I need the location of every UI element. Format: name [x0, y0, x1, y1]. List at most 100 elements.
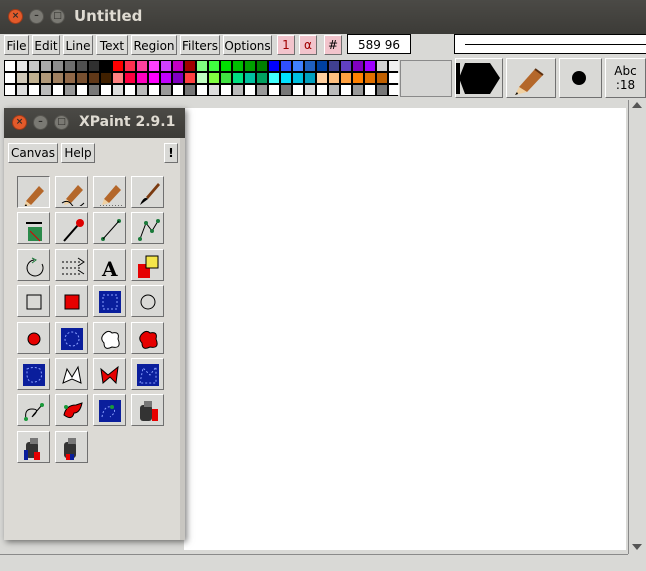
color-swatch[interactable]	[377, 61, 387, 71]
color-swatch[interactable]	[389, 61, 399, 71]
color-swatch[interactable]	[137, 61, 147, 71]
color-swatch[interactable]	[5, 85, 15, 95]
tool-selection-box-button[interactable]	[93, 285, 126, 318]
brush-shape-box[interactable]	[455, 58, 503, 98]
tool-filled-spline-button[interactable]	[55, 394, 88, 427]
menu-file[interactable]: File	[4, 35, 29, 55]
menu-line[interactable]: Line	[63, 35, 93, 55]
color-swatch[interactable]	[245, 61, 255, 71]
color-swatch[interactable]	[77, 61, 87, 71]
color-swatch[interactable]	[185, 85, 195, 95]
color-swatch[interactable]	[5, 73, 15, 83]
tool-dotted-pencil-button[interactable]	[93, 176, 126, 208]
color-swatch[interactable]	[233, 85, 243, 95]
color-swatch[interactable]	[209, 61, 219, 71]
tool-arc-button[interactable]	[17, 248, 50, 281]
color-swatch[interactable]	[329, 61, 339, 71]
current-tool-box[interactable]	[506, 58, 556, 98]
color-swatch[interactable]	[353, 61, 363, 71]
tool-pencil-button[interactable]	[17, 176, 50, 208]
quick-button-1[interactable]: 1	[277, 35, 295, 55]
color-swatch[interactable]	[17, 85, 27, 95]
color-swatch[interactable]	[197, 73, 207, 83]
scroll-down-icon[interactable]	[632, 544, 642, 550]
tool-selection-spline-button[interactable]	[93, 394, 126, 427]
color-swatch[interactable]	[257, 85, 267, 95]
color-swatch[interactable]	[41, 85, 51, 95]
tool-gradient-fill-button[interactable]	[17, 430, 50, 463]
color-swatch[interactable]	[377, 73, 387, 83]
help-menu-button[interactable]: Help	[61, 143, 95, 163]
tool-spline-button[interactable]	[17, 394, 50, 427]
color-swatch[interactable]	[53, 61, 63, 71]
color-swatch[interactable]	[257, 73, 267, 83]
color-swatch[interactable]	[305, 85, 315, 95]
color-swatch[interactable]	[17, 61, 27, 71]
color-swatch[interactable]	[125, 73, 135, 83]
tool-selection-polygon-button[interactable]	[131, 358, 164, 390]
color-swatch[interactable]	[77, 85, 87, 95]
color-swatch[interactable]	[353, 73, 363, 83]
color-swatch[interactable]	[257, 61, 267, 71]
current-color-swatch[interactable]	[400, 60, 452, 97]
brush-size-box[interactable]	[559, 58, 602, 98]
color-swatch[interactable]	[209, 73, 219, 83]
color-swatch[interactable]	[317, 85, 327, 95]
tool-arrow-button[interactable]	[55, 248, 88, 281]
color-swatch[interactable]	[149, 85, 159, 95]
color-swatch[interactable]	[341, 61, 351, 71]
color-swatch[interactable]	[53, 85, 63, 95]
color-swatch[interactable]	[305, 73, 315, 83]
color-swatch[interactable]	[293, 61, 303, 71]
color-swatch[interactable]	[317, 61, 327, 71]
color-swatch[interactable]	[293, 85, 303, 95]
color-swatch[interactable]	[245, 85, 255, 95]
color-swatch[interactable]	[173, 61, 183, 71]
drawing-canvas[interactable]	[184, 108, 626, 550]
color-swatch[interactable]	[89, 73, 99, 83]
color-swatch[interactable]	[161, 85, 171, 95]
color-swatch[interactable]	[89, 85, 99, 95]
color-swatch[interactable]	[221, 61, 231, 71]
quick-button-grid[interactable]: #	[324, 35, 342, 55]
color-swatch[interactable]	[269, 61, 279, 71]
scroll-up-icon[interactable]	[632, 102, 642, 108]
color-swatch[interactable]	[125, 61, 135, 71]
color-swatch[interactable]	[365, 85, 375, 95]
tool-text-button[interactable]: A	[93, 248, 126, 281]
color-swatch[interactable]	[101, 85, 111, 95]
tool-filled-box-button[interactable]	[55, 285, 88, 318]
info-button[interactable]: !	[164, 143, 178, 163]
color-swatch[interactable]	[89, 61, 99, 71]
color-swatch[interactable]	[377, 85, 387, 95]
maximize-window-button[interactable]: □	[50, 9, 65, 24]
tool-selection-freehand-button[interactable]	[17, 358, 50, 390]
tool-selection-oval-button[interactable]	[55, 321, 88, 354]
color-swatch[interactable]	[29, 61, 39, 71]
color-swatch[interactable]	[389, 73, 399, 83]
color-palette[interactable]	[4, 60, 399, 96]
color-swatch[interactable]	[281, 73, 291, 83]
color-swatch[interactable]	[233, 73, 243, 83]
color-swatch[interactable]	[389, 85, 399, 95]
canvas-menu-button[interactable]: Canvas	[8, 143, 58, 163]
color-swatch[interactable]	[53, 73, 63, 83]
color-swatch[interactable]	[101, 73, 111, 83]
color-swatch[interactable]	[113, 85, 123, 95]
color-swatch[interactable]	[281, 61, 291, 71]
tool-line-button[interactable]	[93, 212, 126, 245]
horizontal-scrollbar[interactable]	[0, 554, 628, 569]
color-swatch[interactable]	[29, 73, 39, 83]
color-swatch[interactable]	[365, 73, 375, 83]
menu-edit[interactable]: Edit	[32, 35, 60, 55]
color-swatch[interactable]	[161, 73, 171, 83]
tool-freehand-shape-button[interactable]	[93, 321, 126, 354]
color-swatch[interactable]	[245, 73, 255, 83]
color-swatch[interactable]	[209, 85, 219, 95]
color-swatch[interactable]	[341, 85, 351, 95]
color-swatch[interactable]	[329, 73, 339, 83]
menu-text[interactable]: Text	[96, 35, 128, 55]
tool-fractal-fill-button[interactable]	[55, 430, 88, 463]
vertical-scrollbar[interactable]	[628, 100, 645, 554]
text-font-box[interactable]: Abc :18	[605, 58, 646, 98]
